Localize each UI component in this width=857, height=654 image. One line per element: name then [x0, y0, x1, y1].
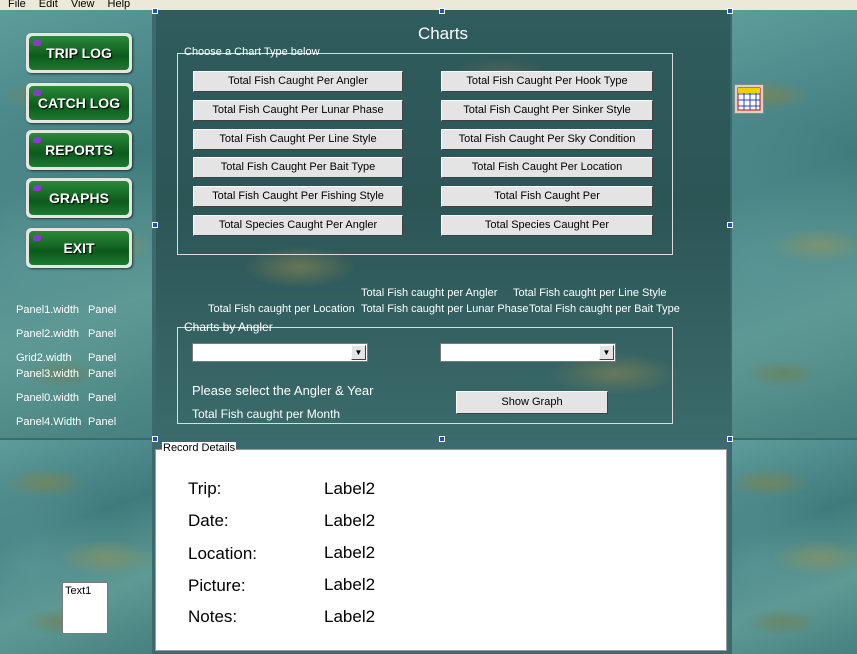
grid2-width-label: Grid2.width	[16, 352, 72, 364]
menu-view[interactable]: View	[71, 0, 95, 10]
select-angler-year-prompt: Please select the Angler & Year	[192, 383, 374, 398]
angler-select[interactable]: ▼	[192, 343, 368, 362]
left-nav-panel: TRIP LOG CATCH LOG REPORTS GRAPHS EXIT P…	[0, 10, 152, 438]
location-value: Label2	[324, 543, 376, 562]
caption-per-bait-type: Total Fish caught per Bait Type	[529, 303, 680, 315]
chart-per-bait-type-button[interactable]: Total Fish Caught Per Bait Type	[193, 157, 403, 178]
charts-title: Charts	[417, 24, 469, 43]
caption-per-line-style: Total Fish caught per Line Style	[513, 287, 667, 299]
resize-handle[interactable]	[727, 436, 733, 442]
resize-handle[interactable]	[152, 8, 158, 14]
exit-label: EXIT	[29, 231, 129, 265]
species-per-angler-button[interactable]: Total Species Caught Per Angler	[193, 215, 403, 236]
graphs-button[interactable]: GRAPHS	[26, 178, 132, 218]
date-value: Label2	[324, 511, 376, 530]
caption-per-lunar-phase: Total Fish caught per Lunar Phase	[361, 303, 529, 315]
catch-log-label: CATCH LOG	[29, 86, 129, 120]
panel3-width-label: Panel3.width	[16, 368, 79, 380]
exit-button[interactable]: EXIT	[26, 228, 132, 268]
bottom-right-decor-panel	[732, 440, 857, 654]
chart-per-hook-type-button[interactable]: Total Fish Caught Per Hook Type	[441, 71, 653, 92]
menu-file[interactable]: File	[8, 0, 26, 10]
chart-per-fishing-style-button[interactable]: Total Fish Caught Per Fishing Style	[193, 186, 403, 207]
panel1-value-label: Panel	[88, 304, 117, 316]
panel4-width-label: Panel4.Width	[16, 416, 82, 428]
date-label: Date:	[188, 511, 229, 530]
bottom-left-decor-panel: Text1	[0, 440, 152, 654]
trip-label: Trip:	[188, 479, 222, 498]
graphs-label: GRAPHS	[29, 181, 129, 215]
trip-value: Label2	[324, 479, 376, 498]
catch-log-button[interactable]: CATCH LOG	[26, 83, 132, 123]
location-label: Location:	[188, 544, 257, 563]
record-details-group: Record Details Trip: Label2 Date: Label2…	[155, 442, 727, 651]
trip-log-button[interactable]: TRIP LOG	[26, 33, 132, 73]
chart-per-button[interactable]: Total Fish Caught Per	[441, 186, 653, 207]
resize-handle[interactable]	[152, 222, 158, 228]
resize-handle[interactable]	[439, 8, 445, 14]
reports-label: REPORTS	[29, 133, 129, 167]
panel0-value-label: Panel	[88, 392, 117, 404]
menu-help[interactable]: Help	[108, 0, 131, 10]
panel2-value-label: Panel	[88, 328, 117, 340]
species-per-button[interactable]: Total Species Caught Per	[441, 215, 653, 236]
record-details-title: Record Details	[162, 442, 237, 454]
chart-per-sinker-style-button[interactable]: Total Fish Caught Per Sinker Style	[441, 100, 653, 121]
year-select[interactable]: ▼	[440, 343, 616, 362]
resize-handle[interactable]	[439, 436, 445, 442]
picture-value: Label2	[324, 575, 376, 594]
show-graph-button[interactable]: Show Graph	[456, 391, 608, 414]
menu-edit[interactable]: Edit	[39, 0, 58, 10]
notes-value: Label2	[324, 607, 376, 626]
panel2-width-label: Panel2.width	[16, 328, 79, 340]
panel0-width-label: Panel0.width	[16, 392, 79, 404]
chart-per-angler-button[interactable]: Total Fish Caught Per Angler	[193, 71, 403, 92]
resize-handle[interactable]	[152, 436, 158, 442]
resize-handle[interactable]	[727, 8, 733, 14]
caption-per-location: Total Fish caught per Location	[208, 303, 355, 315]
right-decor-panel	[732, 10, 857, 438]
chart-per-lunar-phase-button[interactable]: Total Fish Caught Per Lunar Phase	[193, 100, 403, 121]
grid-control-icon[interactable]	[734, 84, 764, 114]
panel3-value-label: Panel	[88, 368, 117, 380]
text1-input[interactable]: Text1	[62, 582, 108, 634]
panel1-width-label: Panel1.width	[16, 304, 79, 316]
chart-per-location-button[interactable]: Total Fish Caught Per Location	[441, 157, 653, 178]
reports-button[interactable]: REPORTS	[26, 130, 132, 170]
charts-panel: Charts Choose a Chart Type below Total F…	[156, 10, 730, 438]
panel4-value-label: Panel	[88, 416, 117, 428]
grid2-value-label: Panel	[88, 352, 117, 364]
resize-handle[interactable]	[727, 222, 733, 228]
notes-label: Notes:	[188, 607, 238, 626]
chevron-down-icon[interactable]: ▼	[351, 345, 366, 360]
trip-log-label: TRIP LOG	[29, 36, 129, 70]
picture-label: Picture:	[188, 576, 246, 595]
chevron-down-icon[interactable]: ▼	[599, 345, 614, 360]
chart-per-sky-condition-button[interactable]: Total Fish Caught Per Sky Condition	[441, 129, 653, 150]
charts-by-angler-title: Charts by Angler	[184, 320, 273, 334]
chart-type-group-title: Choose a Chart Type below	[184, 46, 320, 58]
record-details-panel: Record Details Trip: Label2 Date: Label2…	[152, 440, 730, 654]
chart-per-line-style-button[interactable]: Total Fish Caught Per Line Style	[193, 129, 403, 150]
fish-per-month-label: Total Fish caught per Month	[192, 407, 341, 421]
caption-per-angler: Total Fish caught per Angler	[361, 287, 498, 299]
